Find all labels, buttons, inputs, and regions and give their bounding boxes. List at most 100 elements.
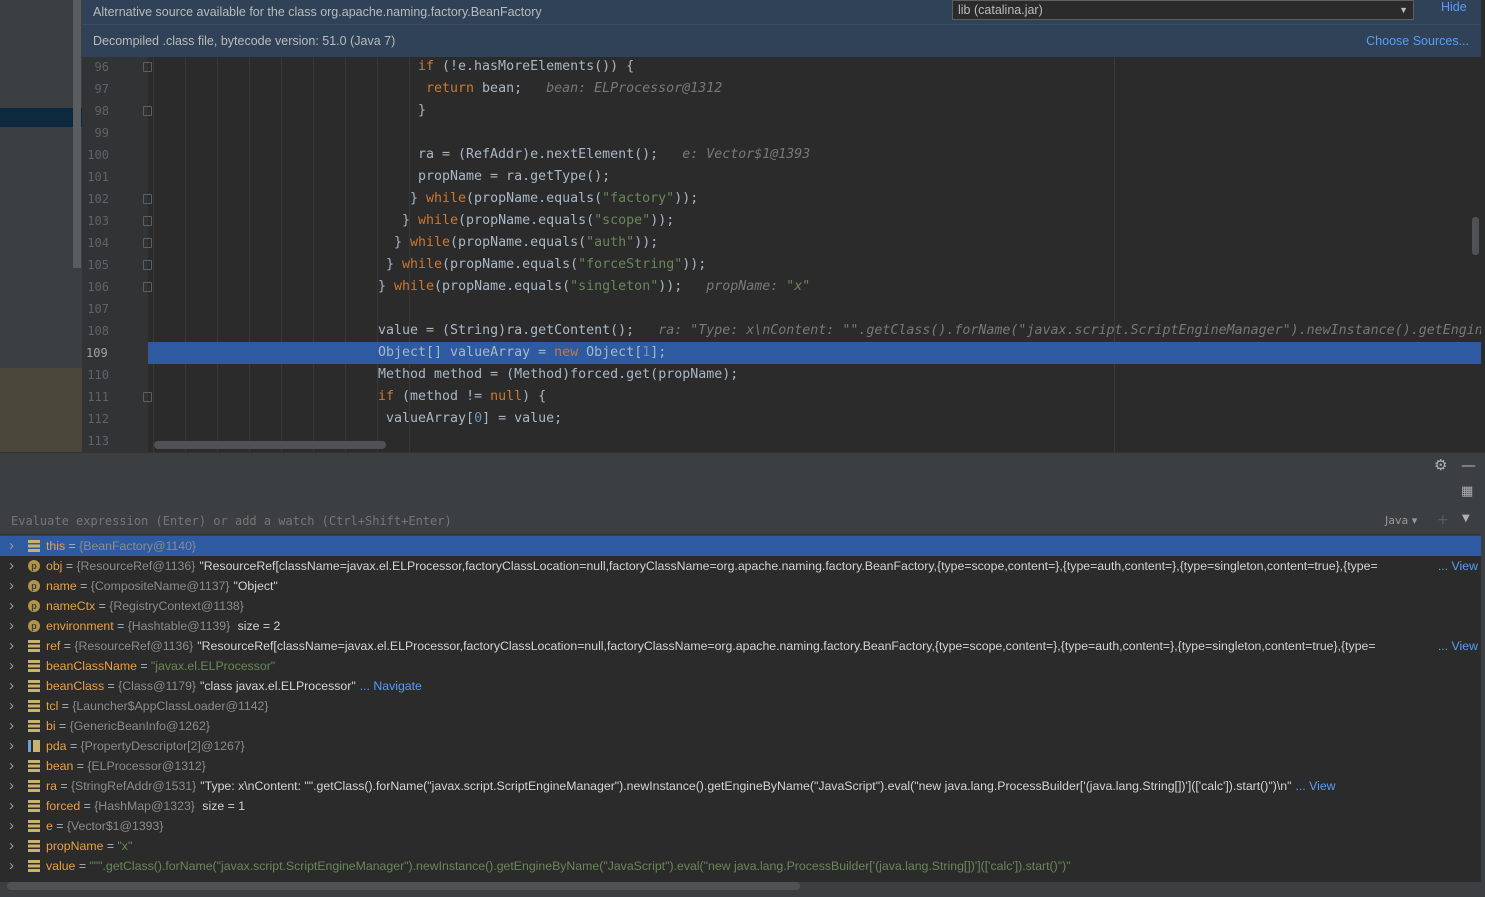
code-line[interactable]: 105} while(propName.equals("forceString"… xyxy=(82,254,1481,276)
variable-row[interactable]: › bi = {GenericBeanInfo@1262} xyxy=(0,716,1481,736)
variable-row[interactable]: › e = {Vector$1@1393} xyxy=(0,816,1481,836)
chevron-right-icon[interactable]: › xyxy=(9,796,14,816)
variable-row[interactable]: › p name = {CompositeName@1137} "Object" xyxy=(0,576,1481,596)
hide-link[interactable]: Hide xyxy=(1441,0,1467,14)
variable-row[interactable]: › forced = {HashMap@1323} size = 1 xyxy=(0,796,1481,816)
layout-icon[interactable]: ▦ xyxy=(1461,484,1473,499)
chevron-right-icon[interactable]: › xyxy=(9,696,14,716)
code-line[interactable]: 97 return bean; bean: ELProcessor@1312 xyxy=(82,78,1481,100)
fold-marker-icon[interactable] xyxy=(143,62,152,72)
variable-row[interactable]: › propName = "x" xyxy=(0,836,1481,856)
code-line[interactable]: 98} xyxy=(82,100,1481,122)
chevron-right-icon[interactable]: › xyxy=(9,756,14,776)
line-number[interactable]: 101 xyxy=(82,166,109,188)
line-number[interactable]: 107 xyxy=(82,298,109,320)
variable-row[interactable]: › beanClassName = "javax.el.ELProcessor" xyxy=(0,656,1481,676)
code-line[interactable]: 111 if (method != null) { xyxy=(82,386,1481,408)
project-scrollbar[interactable] xyxy=(73,0,81,268)
variable-row[interactable]: › tcl = {Launcher$AppClassLoader@1142} xyxy=(0,696,1481,716)
variable-row[interactable]: › beanClass = {Class@1179} "class javax.el… xyxy=(0,676,1481,696)
code-line[interactable]: 108 value = (String)ra.getContent(); ra: … xyxy=(82,320,1481,342)
library-select[interactable]: lib (catalina.jar) ▼ xyxy=(952,0,1414,20)
code-line[interactable]: 99 xyxy=(82,122,1481,144)
variable-row[interactable]: › p nameCtx = {RegistryContext@1138} xyxy=(0,596,1481,616)
equals-sign: = xyxy=(66,739,81,753)
fold-marker-icon[interactable] xyxy=(143,194,152,204)
variable-row[interactable]: › this = {BeanFactory@1140} xyxy=(0,536,1481,556)
variable-row[interactable]: › p obj = {ResourceRef@1136} "ResourceRef[c… xyxy=(0,556,1481,576)
chevron-right-icon[interactable]: › xyxy=(9,596,14,616)
chevron-right-icon[interactable]: › xyxy=(9,676,14,696)
view-link[interactable]: ... View xyxy=(1435,556,1478,576)
line-number[interactable]: 108 xyxy=(82,320,109,342)
variables-vertical-scrollbar[interactable] xyxy=(1481,480,1485,897)
choose-sources-link[interactable]: Choose Sources... xyxy=(1366,34,1469,48)
variables-horizontal-scrollbar[interactable] xyxy=(7,882,800,890)
chevron-right-icon[interactable]: › xyxy=(9,856,14,876)
variable-row[interactable]: › value = """.getClass().forName("javax.s… xyxy=(0,856,1481,876)
chevron-right-icon[interactable]: › xyxy=(9,656,14,676)
chevron-right-icon[interactable]: › xyxy=(9,736,14,756)
line-number[interactable]: 113 xyxy=(82,430,109,452)
view-link[interactable]: ... View xyxy=(1435,636,1478,656)
fold-marker-icon[interactable] xyxy=(143,216,152,226)
add-watch-icon[interactable]: + xyxy=(1437,512,1449,528)
code-line[interactable]: 106} while(propName.equals("singleton"))… xyxy=(82,276,1481,298)
fold-marker-icon[interactable] xyxy=(143,260,152,270)
line-number[interactable]: 110 xyxy=(82,364,109,386)
code-line[interactable]: 96 if (!e.hasMoreElements()) { xyxy=(82,57,1481,78)
fold-marker-icon[interactable] xyxy=(143,282,152,292)
variable-row[interactable]: › ref = {ResourceRef@1136} "ResourceRef[cl… xyxy=(0,636,1481,656)
line-number[interactable]: 112 xyxy=(82,408,109,430)
chevron-right-icon[interactable]: › xyxy=(9,836,14,856)
chevron-right-icon[interactable]: › xyxy=(9,776,14,796)
code-line[interactable]: 109 Object[] valueArray = new Object[1]; xyxy=(82,342,1481,364)
code-token: (propName.equals( xyxy=(434,279,571,294)
line-number[interactable]: 103 xyxy=(82,210,109,232)
minimize-icon[interactable]: — xyxy=(1461,456,1476,474)
fold-marker-icon[interactable] xyxy=(143,106,152,116)
chevron-right-icon[interactable]: › xyxy=(9,716,14,736)
code-line[interactable]: 103} while(propName.equals("scope")); xyxy=(82,210,1481,232)
line-number[interactable]: 102 xyxy=(82,188,109,210)
line-number[interactable]: 100 xyxy=(82,144,109,166)
line-number[interactable]: 98 xyxy=(82,100,109,122)
chevron-right-icon[interactable]: › xyxy=(9,636,14,656)
evaluate-expression-input[interactable] xyxy=(11,514,911,528)
gear-icon[interactable]: ⚙ xyxy=(1434,456,1447,474)
code-line[interactable]: 107 xyxy=(82,298,1481,320)
variable-row[interactable]: › p environment = {Hashtable@1139} size = … xyxy=(0,616,1481,636)
code-line[interactable]: 101 propName = ra.getType(); xyxy=(82,166,1481,188)
fold-marker-icon[interactable] xyxy=(143,238,152,248)
chevron-right-icon[interactable]: › xyxy=(9,616,14,636)
chevron-right-icon[interactable]: › xyxy=(9,576,14,596)
variable-row[interactable]: › ra = {StringRefAddr@1531} "Type: x\nCont… xyxy=(0,776,1481,796)
line-number[interactable]: 97 xyxy=(82,78,109,100)
view-link[interactable]: ... Navigate xyxy=(360,679,422,693)
chevron-right-icon[interactable]: › xyxy=(9,816,14,836)
line-number[interactable]: 99 xyxy=(82,122,109,144)
editor-vertical-scrollbar[interactable] xyxy=(1472,217,1479,255)
line-number[interactable]: 106 xyxy=(82,276,109,298)
code-line[interactable]: 102} while(propName.equals("factory")); xyxy=(82,188,1481,210)
line-number[interactable]: 109 xyxy=(82,342,148,364)
variable-row[interactable]: › bean = {ELProcessor@1312} xyxy=(0,756,1481,776)
editor-horizontal-scrollbar[interactable] xyxy=(154,441,386,449)
chevron-right-icon[interactable]: › xyxy=(9,536,14,556)
line-number[interactable]: 104 xyxy=(82,232,109,254)
line-number[interactable]: 105 xyxy=(82,254,109,276)
line-number[interactable]: 111 xyxy=(82,386,109,408)
code-editor[interactable]: 96 if (!e.hasMoreElements()) {97 return be… xyxy=(82,57,1481,452)
fold-marker-icon[interactable] xyxy=(143,392,152,402)
line-number[interactable]: 96 xyxy=(82,57,109,78)
chevron-down-icon[interactable]: ▼ xyxy=(1462,513,1470,524)
language-select[interactable]: Java ▾ xyxy=(1385,514,1417,527)
code-line[interactable]: 104} while(propName.equals("auth")); xyxy=(82,232,1481,254)
view-link[interactable]: ... View xyxy=(1295,779,1335,793)
chevron-right-icon[interactable]: › xyxy=(9,556,14,576)
code-line[interactable]: 110 Method method = (Method)forced.get(pr… xyxy=(82,364,1481,386)
code-line[interactable]: 100 ra = (RefAddr)e.nextElement(); e: Vec… xyxy=(82,144,1481,166)
variable-row[interactable]: › pda = {PropertyDescriptor[2]@1267} xyxy=(0,736,1481,756)
project-selected-row[interactable] xyxy=(0,108,82,127)
code-line[interactable]: 112 valueArray[0] = value; xyxy=(82,408,1481,430)
